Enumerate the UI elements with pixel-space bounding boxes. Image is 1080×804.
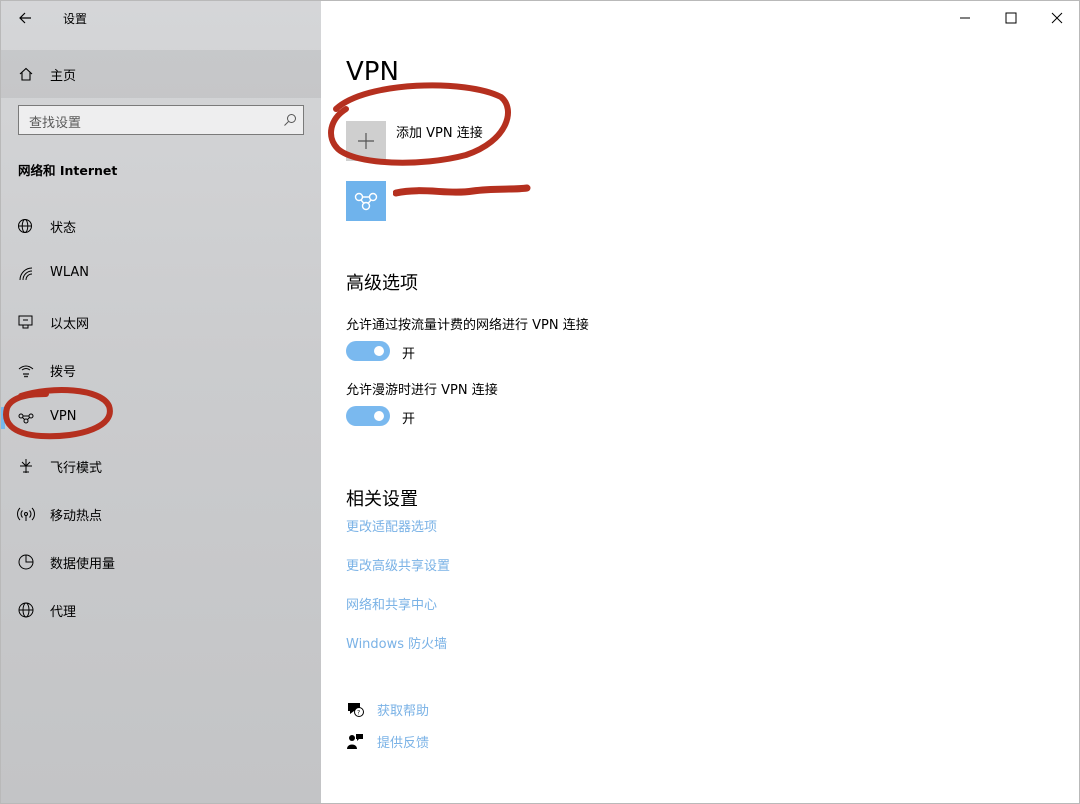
sidebar-item-label: 移动热点 bbox=[50, 509, 103, 524]
sidebar-item-label: WLAN bbox=[50, 265, 90, 280]
sidebar-item-home[interactable]: 主页 bbox=[1, 50, 321, 98]
metered-vpn-label: 允许通过按流量计费的网络进行 VPN 连接 bbox=[346, 318, 589, 333]
home-icon bbox=[19, 67, 33, 81]
sidebar-item-airplane[interactable]: 飞行模式 bbox=[1, 442, 321, 490]
hotspot-icon bbox=[17, 507, 35, 521]
advanced-sharing-link[interactable]: 更改高级共享设置 bbox=[346, 555, 450, 574]
sidebar-item-label: 数据使用量 bbox=[50, 557, 116, 572]
toggle-knob bbox=[374, 411, 384, 421]
maximize-icon bbox=[1005, 12, 1017, 24]
sidebar: 设置 主页 查找设置 网络和 Internet 状态 WLAN 以太网 拨号 V… bbox=[1, 1, 321, 803]
minimize-icon bbox=[960, 17, 970, 19]
ethernet-icon bbox=[18, 315, 33, 329]
vpn-connection-item[interactable] bbox=[346, 181, 566, 221]
sidebar-item-label: 以太网 bbox=[50, 317, 90, 332]
titlebar: 设置 bbox=[1, 1, 321, 35]
minimize-button[interactable] bbox=[942, 1, 988, 35]
sidebar-item-status[interactable]: 状态 bbox=[1, 202, 321, 250]
svg-text:?: ? bbox=[357, 710, 360, 717]
sidebar-item-label: 飞行模式 bbox=[50, 461, 103, 476]
sidebar-item-dialup[interactable]: 拨号 bbox=[1, 346, 321, 394]
add-vpn-label: 添加 VPN 连接 bbox=[396, 126, 483, 141]
sidebar-item-hotspot[interactable]: 移动热点 bbox=[1, 490, 321, 538]
get-help-label: 获取帮助 bbox=[377, 704, 430, 719]
sidebar-item-vpn[interactable]: VPN bbox=[1, 394, 321, 442]
close-button[interactable] bbox=[1034, 1, 1079, 35]
page-title: VPN bbox=[346, 57, 399, 87]
search-placeholder: 查找设置 bbox=[29, 116, 82, 131]
network-sharing-center-link[interactable]: 网络和共享中心 bbox=[346, 594, 437, 613]
sidebar-item-label: 代理 bbox=[50, 605, 77, 620]
windows-firewall-link[interactable]: Windows 防火墙 bbox=[346, 633, 447, 652]
sidebar-item-ethernet[interactable]: 以太网 bbox=[1, 298, 321, 346]
settings-window: 设置 主页 查找设置 网络和 Internet 状态 WLAN 以太网 拨号 V… bbox=[0, 0, 1080, 804]
feedback-label: 提供反馈 bbox=[377, 736, 430, 751]
dialup-icon bbox=[18, 365, 34, 378]
plus-icon bbox=[358, 133, 374, 149]
advanced-options-heading: 高级选项 bbox=[346, 273, 418, 294]
wifi-icon bbox=[19, 267, 33, 281]
metered-vpn-toggle[interactable] bbox=[346, 341, 390, 361]
add-tile bbox=[346, 121, 386, 161]
feedback-link[interactable]: 提供反馈 bbox=[346, 731, 546, 751]
sidebar-item-label: VPN bbox=[50, 409, 77, 424]
feedback-person-icon bbox=[347, 734, 363, 749]
roaming-vpn-toggle[interactable] bbox=[346, 406, 390, 426]
roaming-vpn-label: 允许漫游时进行 VPN 连接 bbox=[346, 383, 498, 398]
vpn-icon bbox=[354, 192, 378, 211]
globe-icon bbox=[18, 602, 34, 618]
get-help-link[interactable]: ? 获取帮助 bbox=[346, 699, 546, 719]
adapter-options-link[interactable]: 更改适配器选项 bbox=[346, 516, 437, 535]
sidebar-item-proxy[interactable]: 代理 bbox=[1, 586, 321, 634]
airplane-icon bbox=[20, 459, 32, 473]
vpn-connection-tile bbox=[346, 181, 386, 221]
back-arrow-icon bbox=[19, 12, 31, 24]
app-title: 设置 bbox=[63, 12, 88, 26]
sidebar-item-label: 状态 bbox=[50, 221, 77, 236]
related-settings-heading: 相关设置 bbox=[346, 489, 418, 510]
help-chat-icon: ? bbox=[348, 703, 364, 717]
section-title: 网络和 Internet bbox=[18, 163, 118, 178]
globe-status-icon bbox=[18, 219, 32, 233]
sidebar-item-wlan[interactable]: WLAN bbox=[1, 250, 321, 298]
search-icon bbox=[284, 114, 296, 126]
maximize-button[interactable] bbox=[988, 1, 1034, 35]
toggle-knob bbox=[374, 346, 384, 356]
back-button[interactable] bbox=[9, 3, 41, 33]
sidebar-item-data-usage[interactable]: 数据使用量 bbox=[1, 538, 321, 586]
metered-vpn-state: 开 bbox=[402, 347, 416, 362]
sidebar-item-label: 拨号 bbox=[50, 365, 77, 380]
add-vpn-button[interactable]: 添加 VPN 连接 bbox=[346, 121, 546, 161]
search-input[interactable]: 查找设置 bbox=[18, 105, 304, 135]
sidebar-item-label: 主页 bbox=[50, 69, 77, 84]
close-icon bbox=[1051, 12, 1063, 24]
data-usage-icon bbox=[18, 554, 34, 570]
vpn-icon bbox=[18, 413, 34, 424]
roaming-vpn-state: 开 bbox=[402, 412, 416, 427]
